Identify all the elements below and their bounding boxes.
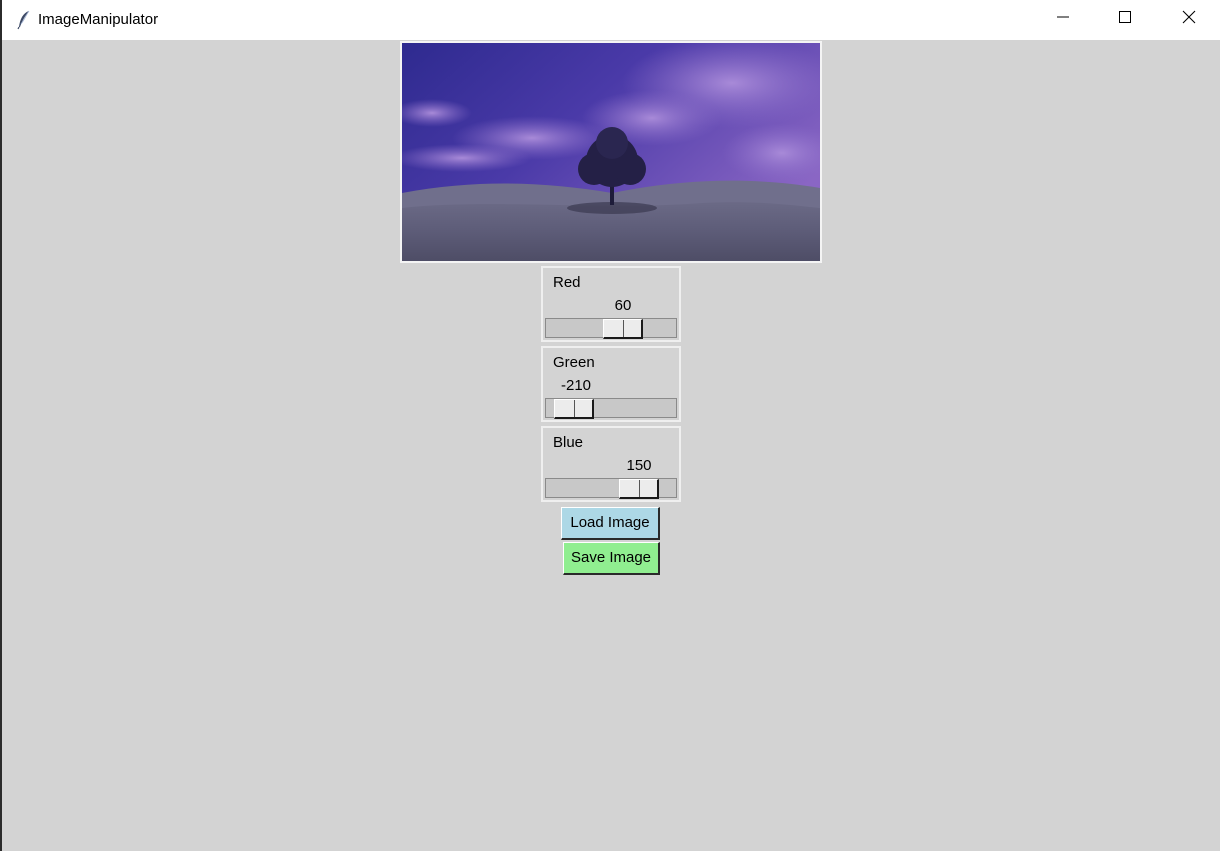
- minimize-icon: [1057, 10, 1069, 28]
- load-image-button[interactable]: Load Image: [561, 507, 660, 540]
- green-slider-frame: Green -210: [541, 346, 681, 422]
- maximize-button[interactable]: [1094, 0, 1156, 38]
- green-slider-thumb[interactable]: [554, 399, 594, 419]
- red-slider-frame: Red 60: [541, 266, 681, 342]
- close-icon: [1182, 10, 1196, 29]
- minimize-button[interactable]: [1032, 0, 1094, 38]
- red-slider-label: Red: [553, 274, 581, 291]
- blue-slider-thumb[interactable]: [619, 479, 659, 499]
- client-area: Red 60 Green -210 Blue 150 Load Image Sa…: [2, 40, 1220, 851]
- title-bar[interactable]: ImageManipulator: [2, 0, 1220, 40]
- close-button[interactable]: [1158, 0, 1220, 38]
- green-slider-label: Green: [553, 354, 595, 371]
- blue-slider-label: Blue: [553, 434, 584, 451]
- red-slider-value: 60: [614, 297, 632, 314]
- save-image-button[interactable]: Save Image: [563, 542, 660, 575]
- maximize-icon: [1119, 10, 1131, 28]
- blue-slider-value: 150: [626, 457, 652, 474]
- blue-slider-frame: Blue 150: [541, 426, 681, 502]
- window-title: ImageManipulator: [38, 11, 159, 28]
- green-slider-value: -210: [560, 377, 592, 394]
- app-window: ImageManipulator Red 60 Green -210 Blue …: [0, 0, 1220, 851]
- feather-icon: [16, 10, 32, 30]
- image-preview: [400, 41, 822, 263]
- landscape-image: [402, 43, 820, 261]
- red-slider-thumb[interactable]: [603, 319, 643, 339]
